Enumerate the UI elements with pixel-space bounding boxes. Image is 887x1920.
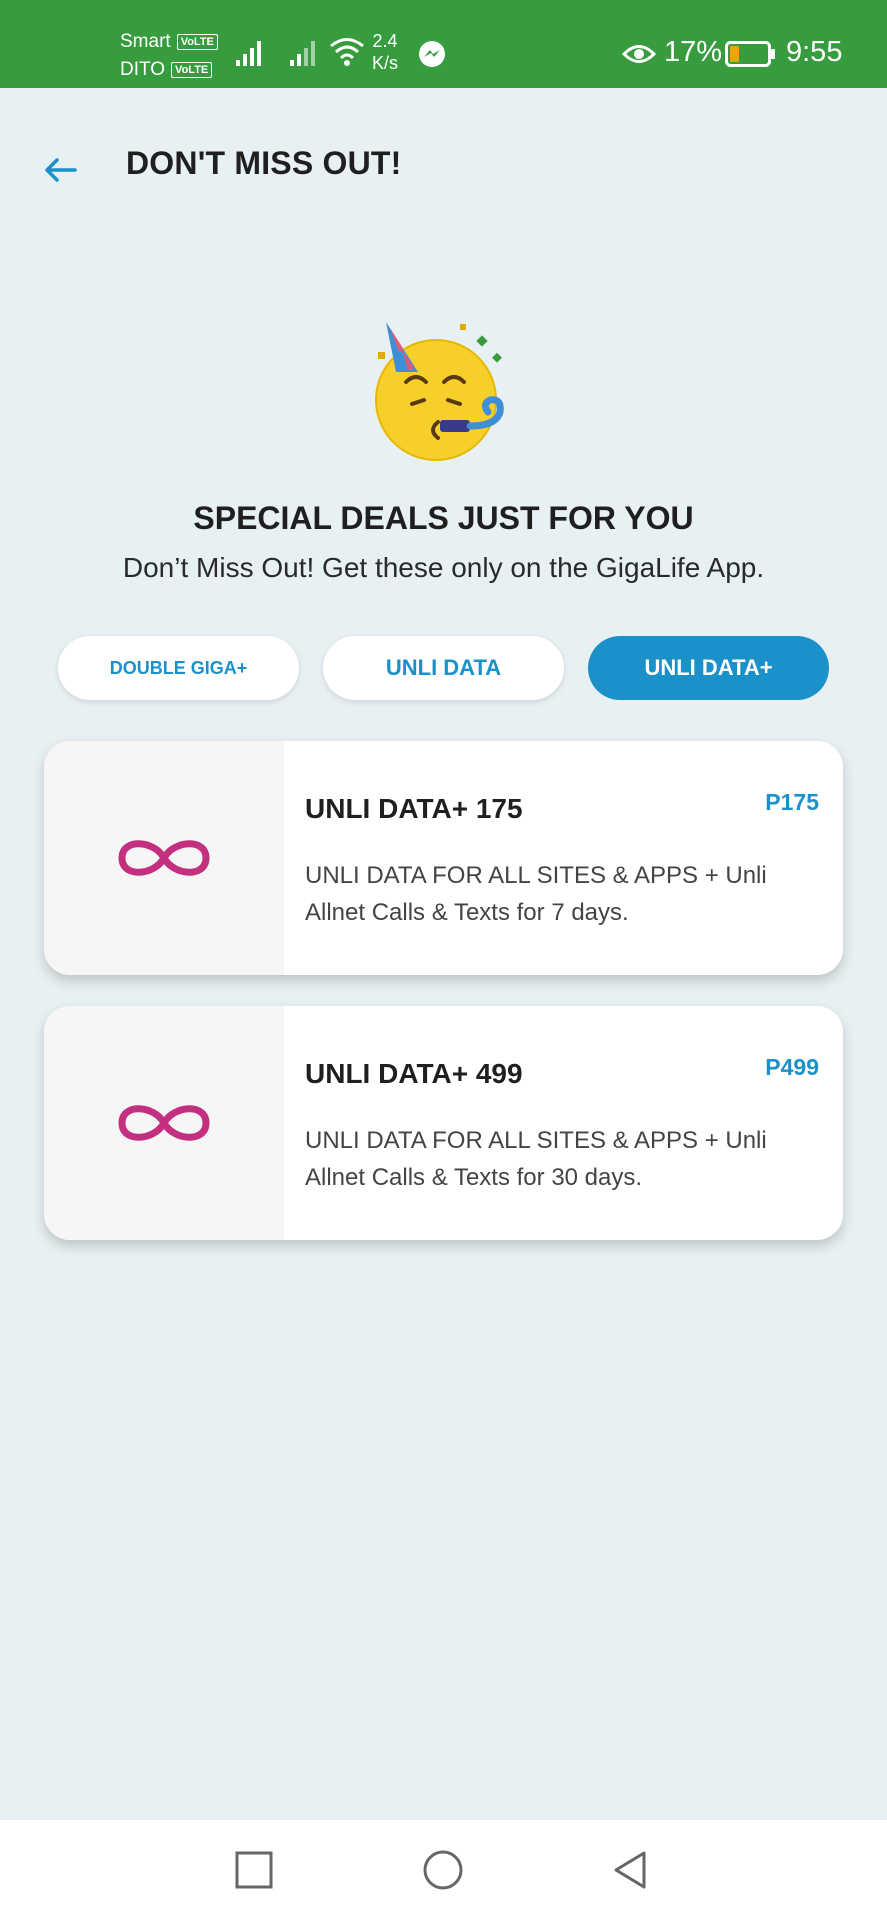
deal-description: UNLI DATA FOR ALL SITES & APPS + Unli Al… xyxy=(305,1127,767,1191)
messenger-icon xyxy=(419,41,445,67)
deal-price: P499 xyxy=(765,1054,819,1080)
square-icon[interactable] xyxy=(234,1850,274,1890)
battery-icon xyxy=(725,41,775,67)
signal-strength-icon xyxy=(236,41,261,66)
system-nav-bar xyxy=(0,1820,887,1920)
deal-price: P175 xyxy=(765,789,819,815)
arrow-left-icon xyxy=(45,158,77,182)
infinity-icon xyxy=(118,840,210,876)
speed-unit: K/s xyxy=(372,53,399,73)
deal-category-tabs: DOUBLE GIGA+ UNLI DATA UNLI DATA+ xyxy=(58,636,829,700)
deal-card[interactable]: UNLI DATA+ 175 P175 UNLI DATA FOR ALL SI… xyxy=(44,741,843,975)
carrier-1-name: Smart xyxy=(120,31,171,52)
deal-icon-panel xyxy=(44,741,284,975)
deal-icon-panel xyxy=(44,1006,284,1240)
back-button[interactable] xyxy=(38,148,82,192)
tab-unli-data-plus[interactable]: UNLI DATA+ xyxy=(588,636,829,700)
deals-subheading: Don’t Miss Out! Get these only on the Gi… xyxy=(122,552,765,583)
circle-icon[interactable] xyxy=(421,1850,465,1894)
wifi-icon xyxy=(330,38,364,66)
status-bar: Smart VoLTE DITO VoLTE 2.4 K/s 17% 9:55 xyxy=(0,0,887,88)
page-title: DON'T MISS OUT! xyxy=(126,145,402,181)
eye-icon xyxy=(622,45,656,63)
deal-name: UNLI DATA+ 175 xyxy=(305,793,523,824)
triangle-back-icon[interactable] xyxy=(610,1850,650,1894)
speed-value: 2.4 xyxy=(372,31,398,51)
volte-badge: VoLTE xyxy=(171,62,213,78)
deal-name: UNLI DATA+ 499 xyxy=(305,1058,523,1089)
signal-strength-icon xyxy=(290,41,315,66)
battery-percent: 17% xyxy=(664,36,723,68)
network-speed: 2.4 K/s xyxy=(372,30,398,74)
tab-unli-data[interactable]: UNLI DATA xyxy=(323,636,564,700)
volte-badge: VoLTE xyxy=(176,34,218,50)
tab-double-giga-plus[interactable]: DOUBLE GIGA+ xyxy=(58,636,299,700)
carrier-info: Smart VoLTE DITO VoLTE xyxy=(120,28,218,84)
deal-description: UNLI DATA FOR ALL SITES & APPS + Unli Al… xyxy=(305,862,767,926)
deals-heading: SPECIAL DEALS JUST FOR YOU xyxy=(193,500,694,536)
infinity-icon xyxy=(118,1105,210,1141)
deal-card[interactable]: UNLI DATA+ 499 P499 UNLI DATA FOR ALL SI… xyxy=(44,1006,843,1240)
carrier-2-name: DITO xyxy=(120,59,166,80)
clock: 9:55 xyxy=(786,36,843,68)
party-face-emoji xyxy=(375,322,504,461)
